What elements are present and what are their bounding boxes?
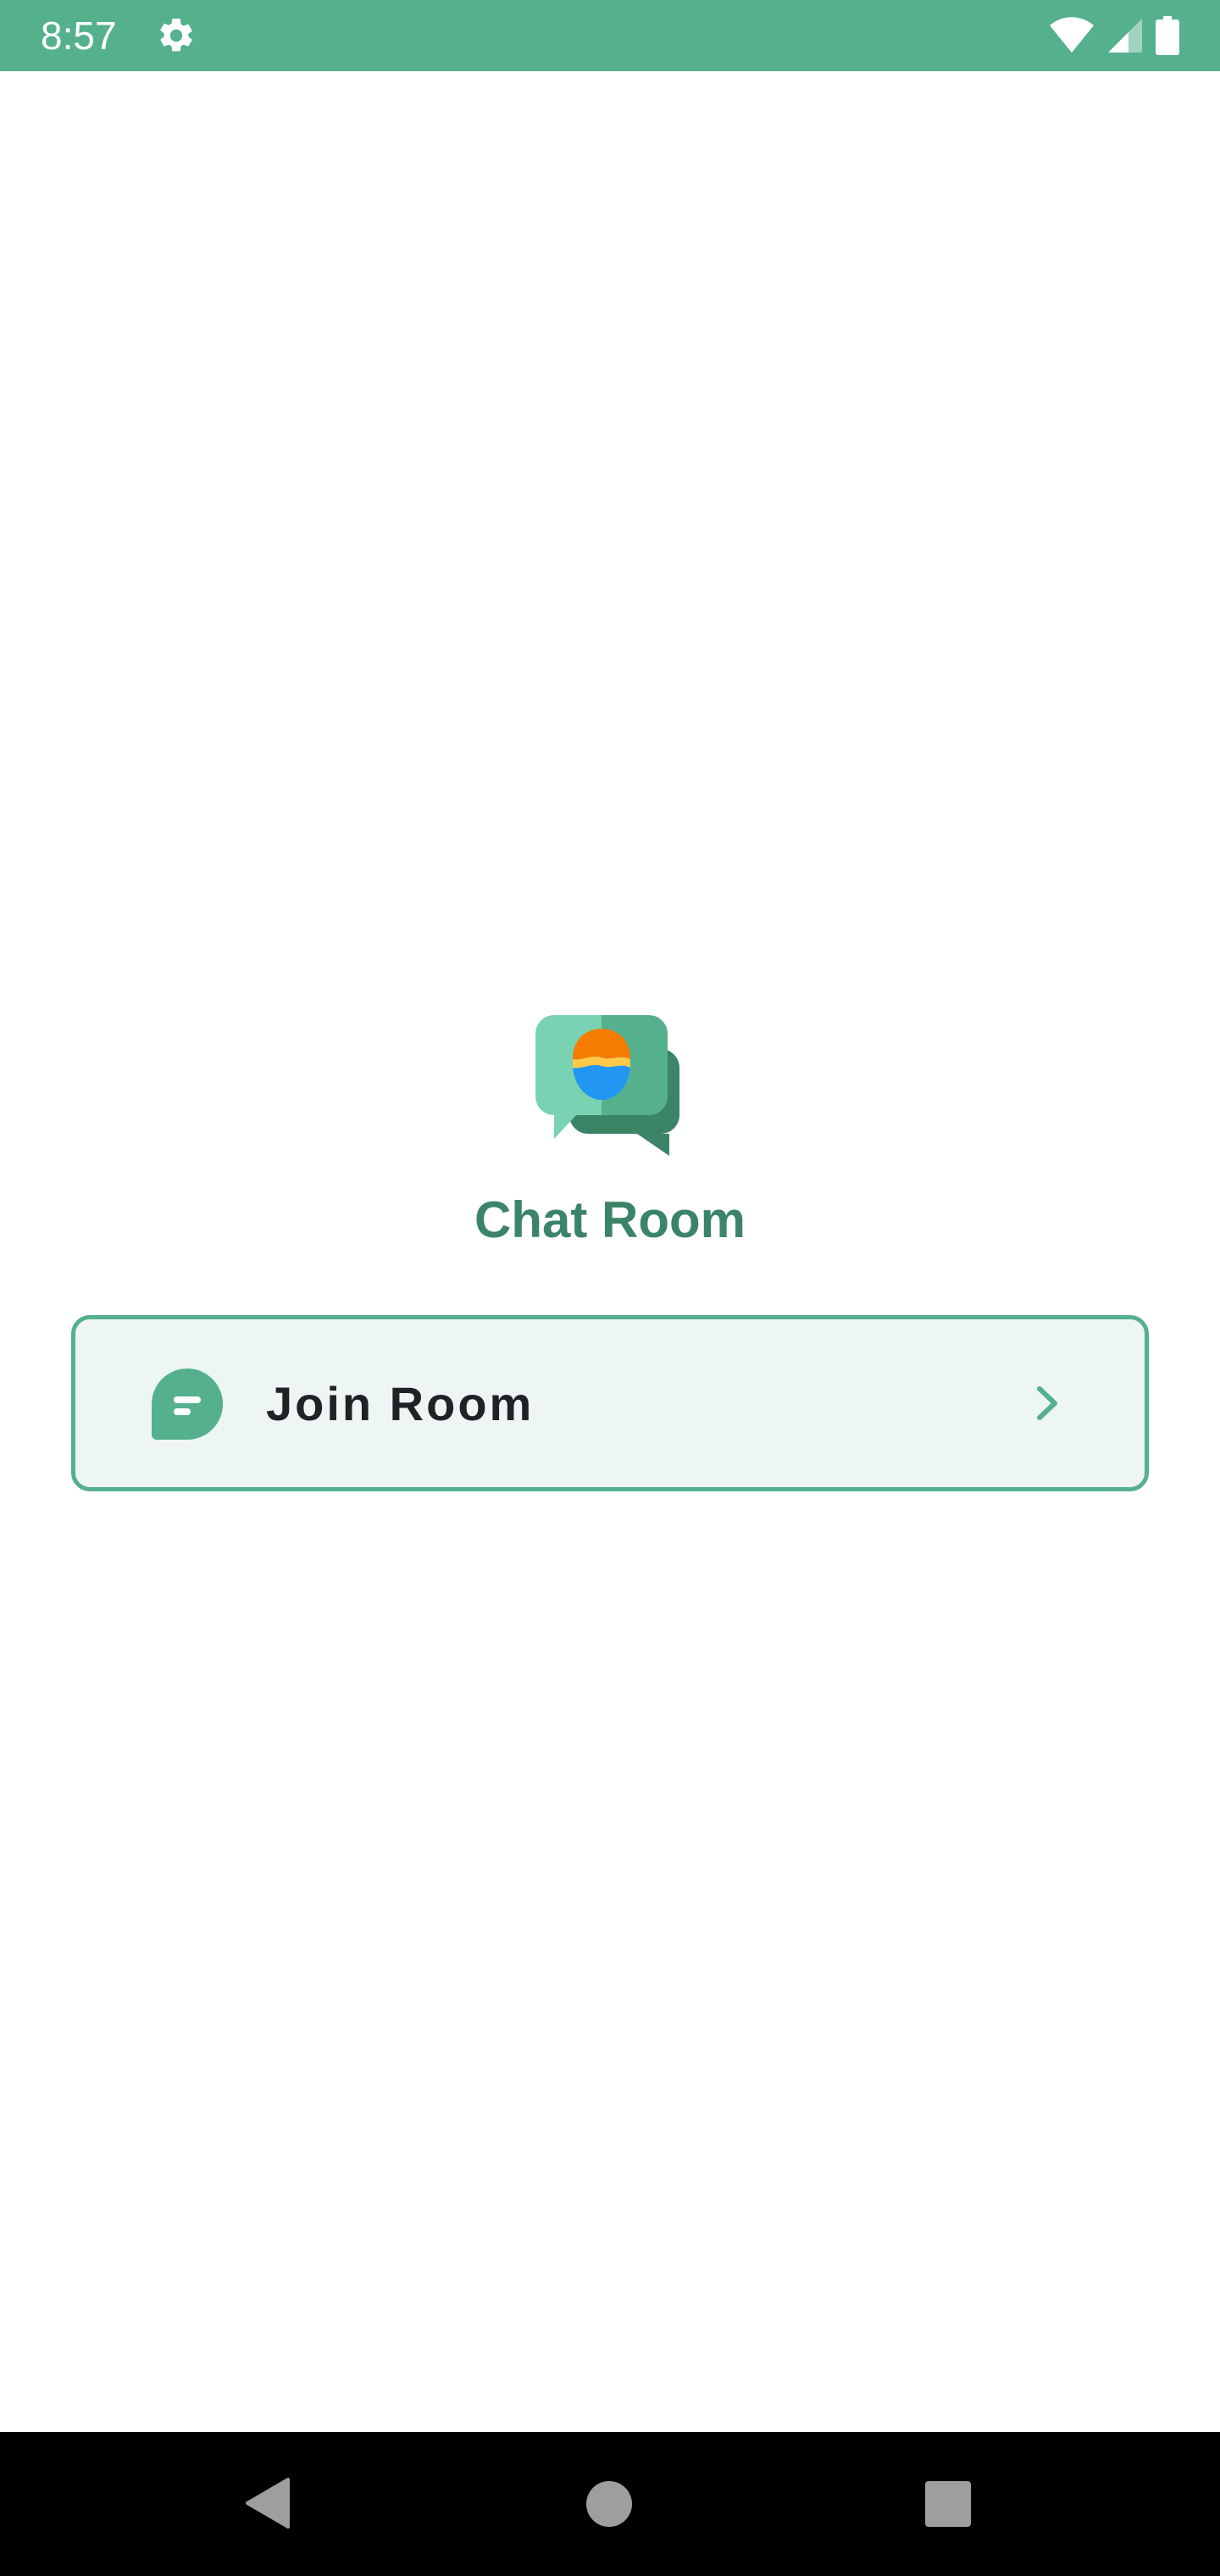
join-room-label: Join Room <box>266 1377 535 1430</box>
chevron-right-icon <box>1037 1386 1057 1420</box>
recents-icon[interactable] <box>925 2481 971 2527</box>
status-icons <box>1049 15 1179 56</box>
join-room-button[interactable]: Join Room <box>71 1315 1149 1491</box>
status-bar: 8:57 <box>0 0 1220 71</box>
battery-icon <box>1156 16 1179 55</box>
cellular-signal-icon <box>1108 19 1142 53</box>
message-bubble-icon <box>152 1368 223 1440</box>
gear-icon <box>160 18 192 52</box>
chat-bubbles-logo-icon <box>535 1015 679 1156</box>
home-icon[interactable] <box>586 2481 632 2527</box>
app-title: Chat Room <box>474 1191 746 1248</box>
status-time: 8:57 <box>41 14 117 58</box>
wifi-icon <box>1050 17 1094 53</box>
navigation-bar <box>0 2432 1220 2576</box>
back-icon[interactable] <box>244 2476 291 2530</box>
